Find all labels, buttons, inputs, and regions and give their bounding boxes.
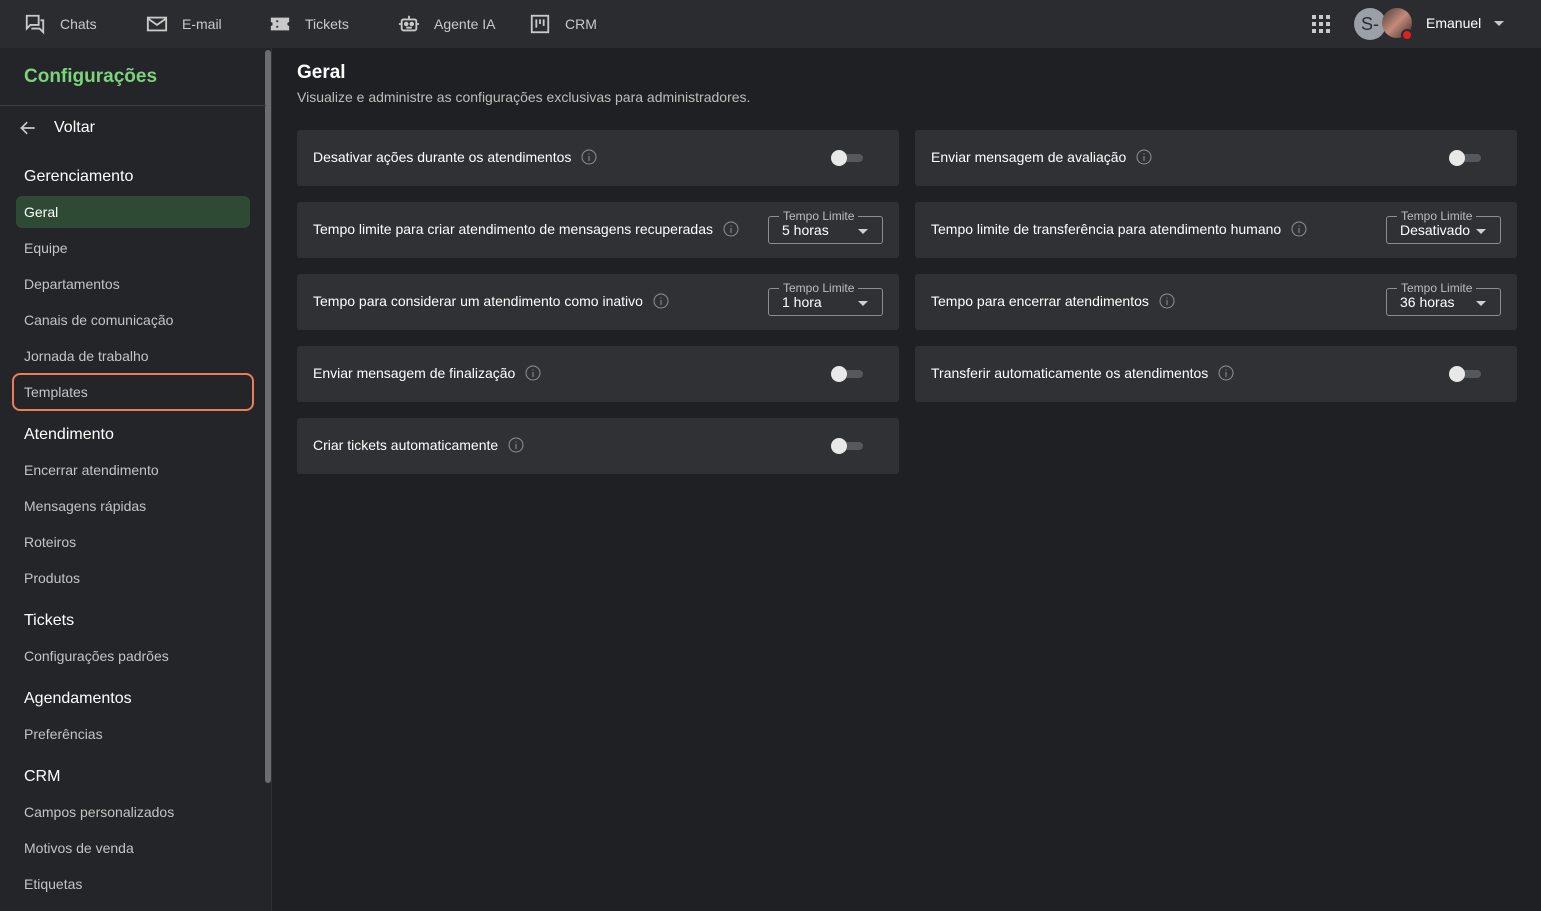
section-agendamentos: Agendamentos: [24, 690, 132, 707]
mail-icon: [146, 16, 168, 32]
select-value: Desativado: [1400, 222, 1471, 238]
ticket-icon: [270, 17, 290, 31]
timeout-select[interactable]: Tempo Limite 1 hora: [768, 281, 883, 316]
nav-agente-ia[interactable]: Agente IA: [398, 0, 496, 48]
apps-grid-icon[interactable]: [1312, 15, 1330, 33]
sidebar-item-jornada[interactable]: Jornada de trabalho: [24, 348, 149, 364]
timeout-select[interactable]: Tempo Limite Desativado: [1386, 209, 1501, 244]
setting-label: Enviar mensagem de finalização: [313, 365, 516, 381]
select-value: 1 hora: [782, 294, 822, 310]
user-name[interactable]: Emanuel: [1426, 15, 1481, 31]
nav-email[interactable]: E-mail: [146, 0, 222, 48]
toggle-switch[interactable]: [1449, 150, 1481, 166]
sidebar-divider: [0, 105, 266, 106]
setting-label: Tempo limite de transferência para atend…: [931, 221, 1282, 237]
sidebar-item-campos[interactable]: Campos personalizados: [24, 804, 174, 820]
page-title: Geral: [297, 62, 346, 83]
setting-label: Tempo limite para criar atendimento de m…: [313, 221, 713, 237]
section-tickets: Tickets: [24, 612, 75, 629]
toggle-switch[interactable]: [1449, 366, 1481, 382]
setting-label: Enviar mensagem de avaliação: [931, 149, 1127, 165]
top-navigation-bar: Chats E-mail Tickets Agente IA CRM S- Em…: [0, 0, 1541, 48]
setting-label: Tempo para encerrar atendimentos: [931, 293, 1149, 309]
setting-card: Transferir automaticamente os atendiment…: [915, 346, 1517, 402]
sidebar-item-departamentos[interactable]: Departamentos: [24, 276, 120, 292]
chevron-down-icon: [858, 301, 868, 306]
section-crm: CRM: [24, 768, 61, 785]
sidebar-scrollbar[interactable]: [265, 50, 271, 783]
info-icon[interactable]: [508, 437, 524, 453]
setting-label: Tempo para considerar um atendimento com…: [313, 293, 643, 309]
info-icon[interactable]: [1136, 149, 1152, 165]
select-value: 36 horas: [1400, 294, 1455, 310]
nav-chats-label: Chats: [60, 16, 97, 32]
back-button[interactable]: Voltar: [18, 118, 95, 138]
sidebar-item-canais[interactable]: Canais de comunicação: [24, 312, 173, 328]
setting-card: Tempo para encerrar atendimentos Tempo L…: [915, 274, 1517, 330]
info-icon[interactable]: [581, 149, 597, 165]
nav-crm[interactable]: CRM: [529, 0, 597, 48]
nav-tickets-label: Tickets: [305, 16, 349, 32]
toggle-switch[interactable]: [831, 366, 863, 382]
chevron-down-icon: [858, 229, 868, 234]
setting-label: Criar tickets automaticamente: [313, 437, 499, 453]
section-gerenciamento: Gerenciamento: [24, 168, 134, 185]
user-status-indicator: [1401, 29, 1413, 41]
sidebar-item-produtos[interactable]: Produtos: [24, 570, 80, 586]
chevron-down-icon: [1476, 301, 1486, 306]
timeout-select[interactable]: Tempo Limite 5 horas: [768, 209, 883, 244]
info-icon[interactable]: [525, 365, 541, 381]
sidebar-item-equipe[interactable]: Equipe: [24, 240, 68, 256]
nav-agente-ia-label: Agente IA: [434, 16, 496, 32]
chat-icon: [25, 14, 45, 35]
nav-crm-label: CRM: [565, 16, 597, 32]
chevron-down-icon: [1476, 229, 1486, 234]
info-icon[interactable]: [723, 221, 739, 237]
setting-label: Transferir automaticamente os atendiment…: [931, 365, 1209, 381]
setting-card: Tempo limite de transferência para atend…: [915, 202, 1517, 258]
nav-chats[interactable]: Chats: [24, 0, 97, 48]
sidebar-item-encerrar[interactable]: Encerrar atendimento: [24, 462, 159, 478]
select-legend: Tempo Limite: [779, 281, 859, 295]
user-menu-caret-icon[interactable]: [1494, 21, 1504, 26]
info-icon[interactable]: [1291, 221, 1307, 237]
sidebar-item-geral-label: Geral: [24, 204, 59, 220]
toggle-switch[interactable]: [831, 438, 863, 454]
nav-email-label: E-mail: [182, 16, 222, 32]
select-value: 5 horas: [782, 222, 829, 238]
sidebar-item-preferencias[interactable]: Preferências: [24, 726, 103, 742]
sidebar-item-templates[interactable]: Templates: [24, 384, 88, 400]
sidebar-item-mensagens-rapidas[interactable]: Mensagens rápidas: [24, 498, 146, 514]
select-legend: Tempo Limite: [779, 209, 859, 223]
info-icon[interactable]: [1218, 365, 1234, 381]
sidebar-item-config-padroes[interactable]: Configurações padrões: [24, 648, 169, 664]
sidebar-item-motivos[interactable]: Motivos de venda: [24, 840, 134, 856]
workspace-avatar-initial: S-: [1361, 13, 1379, 34]
setting-card: Desativar ações durante os atendimentos: [297, 130, 899, 186]
setting-card: Enviar mensagem de finalização: [297, 346, 899, 402]
kanban-icon: [530, 14, 550, 34]
setting-card: Criar tickets automaticamente: [297, 418, 899, 474]
setting-label: Desativar ações durante os atendimentos: [313, 149, 572, 165]
toggle-switch[interactable]: [831, 150, 863, 166]
section-atendimento: Atendimento: [24, 426, 114, 443]
setting-card: Tempo limite para criar atendimento de m…: [297, 202, 899, 258]
info-icon[interactable]: [1159, 293, 1175, 309]
sidebar-item-etiquetas[interactable]: Etiquetas: [24, 876, 82, 892]
back-label: Voltar: [54, 119, 95, 136]
page-subtitle: Visualize e administre as configurações …: [297, 89, 751, 105]
setting-card: Tempo para considerar um atendimento com…: [297, 274, 899, 330]
timeout-select[interactable]: Tempo Limite 36 horas: [1386, 281, 1501, 316]
nav-tickets[interactable]: Tickets: [269, 0, 349, 48]
sidebar-title: Configurações: [24, 66, 158, 87]
setting-card: Enviar mensagem de avaliação: [915, 130, 1517, 186]
robot-icon: [398, 15, 420, 32]
arrow-left-icon: [20, 121, 35, 135]
select-legend: Tempo Limite: [1397, 209, 1477, 223]
select-legend: Tempo Limite: [1397, 281, 1477, 295]
sidebar-item-roteiros[interactable]: Roteiros: [24, 534, 76, 550]
info-icon[interactable]: [653, 293, 669, 309]
